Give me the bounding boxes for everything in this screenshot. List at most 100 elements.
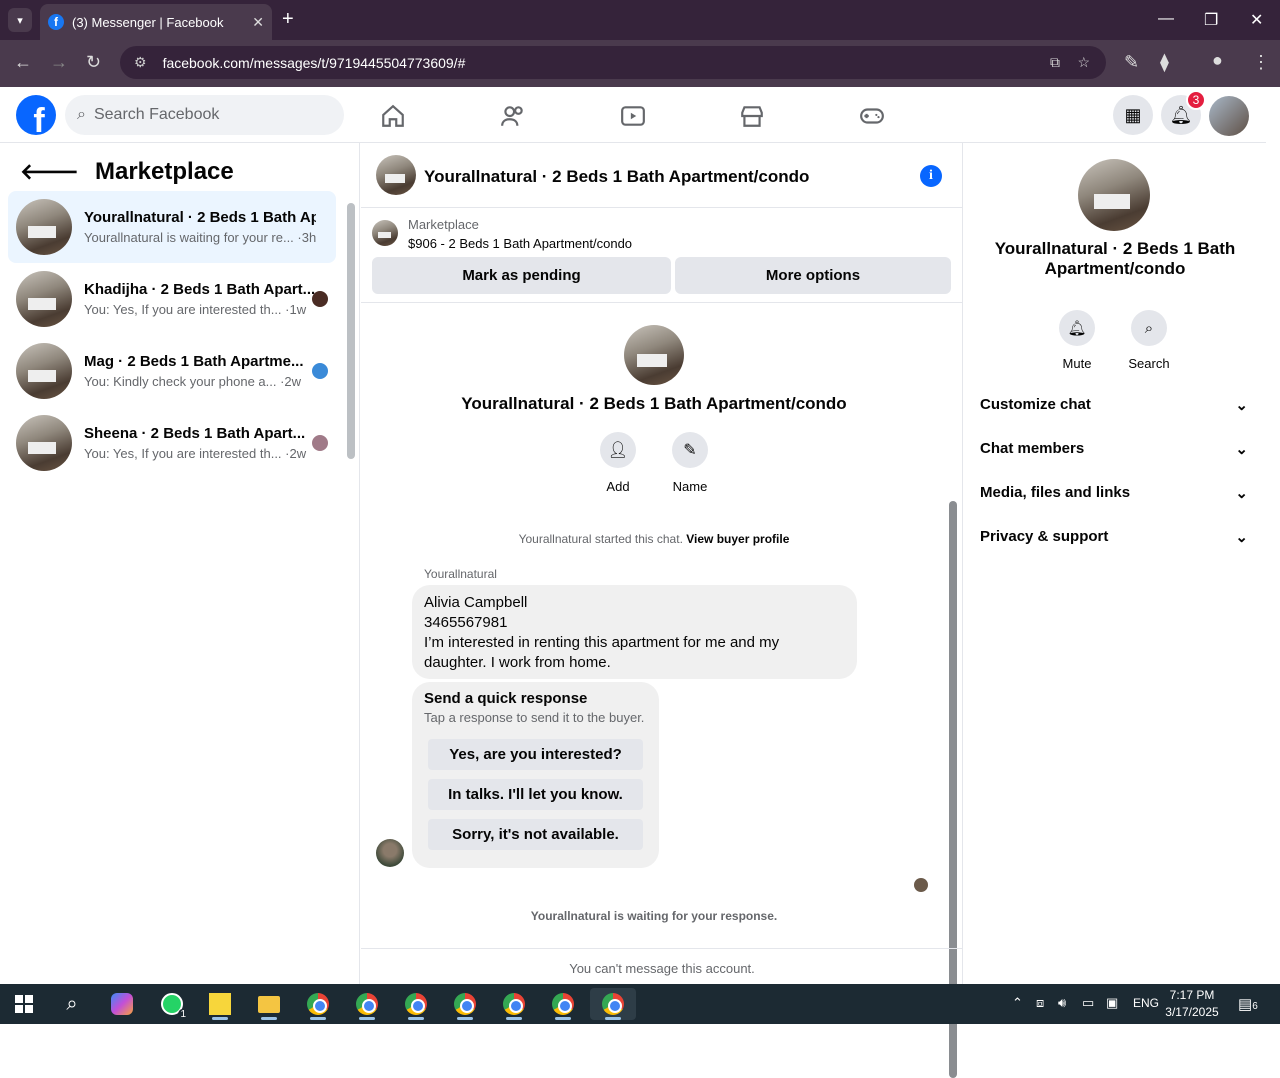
quick-response-card: Send a quick response Tap a response to … [412, 682, 659, 868]
account-avatar[interactable] [1209, 96, 1249, 136]
quick-response-subtitle: Tap a response to send it to the buyer. [424, 710, 645, 725]
pencil-icon[interactable]: ✎ [672, 432, 708, 468]
page-scrollbar[interactable] [1266, 87, 1280, 984]
search-label: Search [1128, 356, 1170, 371]
mute-action[interactable]: 🔔︎ Mute [1047, 310, 1107, 371]
conversation-item[interactable]: Sheena · 2 Beds 1 Bath Apart... You: Yes,… [8, 407, 336, 479]
close-window-icon[interactable]: ✕ [1250, 10, 1263, 30]
notification-center-icon[interactable]: ▤6 [1238, 995, 1258, 1013]
whatsapp-icon[interactable]: 1 [156, 988, 188, 1020]
close-tab-icon[interactable]: ✕ [252, 14, 264, 31]
chrome-menu-icon[interactable]: ⋮ [1252, 52, 1270, 73]
notification-badge: 3 [1186, 90, 1206, 110]
forward-icon[interactable]: → [50, 52, 68, 73]
display-icon[interactable]: ▣ [1106, 995, 1118, 1011]
copilot-icon[interactable] [106, 988, 138, 1020]
conversation-name: Sheena · 2 Beds 1 Bath Apart... [84, 425, 306, 442]
chat-members-section[interactable]: Chat members ⌄ [980, 440, 1248, 458]
info-icon[interactable]: i [920, 165, 942, 187]
add-person-icon[interactable]: 👤︎ [600, 432, 636, 468]
conversation-preview: You: Kindly check your phone a... ·2w [84, 374, 302, 389]
browser-tab-bar: ▾ f (3) Messenger | Facebook ✕ + — ❐ ✕ [0, 0, 1280, 40]
chrome-icon[interactable] [498, 988, 530, 1020]
conversation-item[interactable]: Mag · 2 Beds 1 Bath Apartme... You: Kindl… [8, 335, 336, 407]
notification-center-count: 6 [1252, 1001, 1258, 1012]
chrome-icon[interactable] [400, 988, 432, 1020]
pen-icon[interactable]: ✎ [1124, 52, 1139, 73]
facebook-search-input[interactable]: ⌕ Search Facebook [65, 95, 344, 135]
mark-as-pending-button[interactable]: Mark as pending [372, 257, 671, 294]
privacy-support-section[interactable]: Privacy & support ⌄ [980, 528, 1248, 546]
search-action[interactable]: ⌕ Search [1119, 310, 1179, 371]
chevron-down-icon: ⌄ [1235, 441, 1248, 458]
gaming-icon[interactable] [859, 103, 885, 129]
extensions-icon[interactable]: ⧫ [1160, 52, 1169, 73]
back-arrow-icon[interactable]: 🡐 [20, 159, 79, 185]
bookmark-star-icon[interactable]: ☆ [1077, 54, 1090, 71]
section-label: Chat members [980, 440, 1085, 457]
chrome-icon-active[interactable] [590, 988, 636, 1020]
restore-icon[interactable]: ❐ [1204, 10, 1218, 30]
chrome-icon[interactable] [547, 988, 579, 1020]
section-label: Media, files and links [980, 484, 1131, 501]
conversation-item[interactable]: Yourallnatural · 2 Beds 1 Bath Ap... Your… [8, 191, 336, 263]
conversation-preview: You: Yes, If you are interested th... ·1… [84, 302, 307, 317]
facebook-favicon-icon: f [48, 14, 64, 30]
conversation-item[interactable]: Khadijha · 2 Beds 1 Bath Apart... You: Ye… [8, 263, 336, 335]
listing-thumbnail [16, 343, 72, 399]
bell-icon[interactable]: 🔔︎ [1059, 310, 1095, 346]
volume-icon[interactable]: 🔊︎ [1058, 995, 1066, 1011]
more-options-button[interactable]: More options [675, 257, 951, 294]
chevron-down-icon: ⌄ [1235, 485, 1248, 502]
facebook-logo-icon[interactable]: f [16, 95, 56, 135]
reload-icon[interactable]: ↻ [86, 52, 101, 73]
video-icon[interactable] [620, 103, 646, 129]
message-bubble: Alivia Campbell 3465567981 I’m intereste… [412, 585, 857, 679]
menu-grid-icon[interactable]: ▦ [1113, 95, 1153, 135]
add-action[interactable]: 👤︎ Add [588, 432, 648, 494]
back-icon[interactable]: ← [14, 52, 32, 73]
sender-avatar[interactable] [376, 839, 404, 867]
system-clock[interactable]: 7:17 PM 3/17/2025 [1162, 987, 1222, 1021]
sticky-notes-icon[interactable] [204, 988, 236, 1020]
url-path: /messages/t/9719445504773609/# [249, 54, 466, 71]
meet-now-icon[interactable]: ⧈ [1036, 995, 1044, 1011]
conversation-name: Khadijha · 2 Beds 1 Bath Apart... [84, 281, 316, 298]
friends-icon[interactable] [500, 103, 526, 129]
windows-start-icon[interactable] [8, 988, 40, 1020]
search-icon[interactable]: ⌕ [1131, 310, 1167, 346]
name-action[interactable]: ✎ Name [660, 432, 720, 494]
details-title: Yourallnatural · 2 Beds 1 Bath Apartment… [994, 239, 1236, 278]
tab-search-chevron-icon[interactable]: ▾ [8, 8, 32, 32]
quick-reply-button[interactable]: Yes, are you interested? [428, 739, 643, 770]
chat-thumbnail[interactable] [376, 155, 416, 195]
install-app-icon[interactable]: ⧉ [1050, 54, 1060, 71]
view-buyer-profile-link[interactable]: View buyer profile [686, 532, 789, 546]
listing-price[interactable]: $906 - 2 Beds 1 Bath Apartment/condo [408, 236, 632, 251]
tray-chevron-icon[interactable]: ⌃ [1012, 995, 1023, 1011]
network-icon[interactable]: ▭ [1082, 995, 1094, 1011]
listing-thumbnail[interactable] [372, 220, 398, 246]
browser-tab[interactable]: f (3) Messenger | Facebook ✕ [40, 4, 272, 40]
chrome-icon[interactable] [449, 988, 481, 1020]
language-indicator[interactable]: ENG [1133, 996, 1159, 1010]
url-bar[interactable]: ⚙ facebook.com/messages/t/97194455047736… [120, 46, 1106, 79]
conversation-list-scrollbar[interactable] [347, 203, 355, 459]
site-info-icon[interactable]: ⚙ [134, 54, 147, 71]
file-explorer-icon[interactable] [253, 988, 285, 1020]
chat-started-notice: Yourallnatural started this chat. View b… [361, 532, 947, 546]
customize-chat-section[interactable]: Customize chat ⌄ [980, 396, 1248, 414]
search-icon[interactable]: ⌕ [56, 988, 88, 1020]
chrome-icon[interactable] [302, 988, 334, 1020]
home-icon[interactable] [380, 103, 406, 129]
chat-title[interactable]: Yourallnatural · 2 Beds 1 Bath Apartment… [424, 167, 809, 187]
seen-avatar [312, 435, 328, 451]
profile-icon[interactable]: ● [1212, 50, 1223, 71]
new-tab-plus-icon[interactable]: + [282, 8, 294, 31]
marketplace-icon[interactable] [739, 103, 765, 129]
quick-reply-button[interactable]: In talks. I'll let you know. [428, 779, 643, 810]
chrome-icon[interactable] [351, 988, 383, 1020]
minimize-icon[interactable]: — [1158, 10, 1174, 28]
quick-reply-button[interactable]: Sorry, it's not available. [428, 819, 643, 850]
media-files-links-section[interactable]: Media, files and links ⌄ [980, 484, 1248, 502]
